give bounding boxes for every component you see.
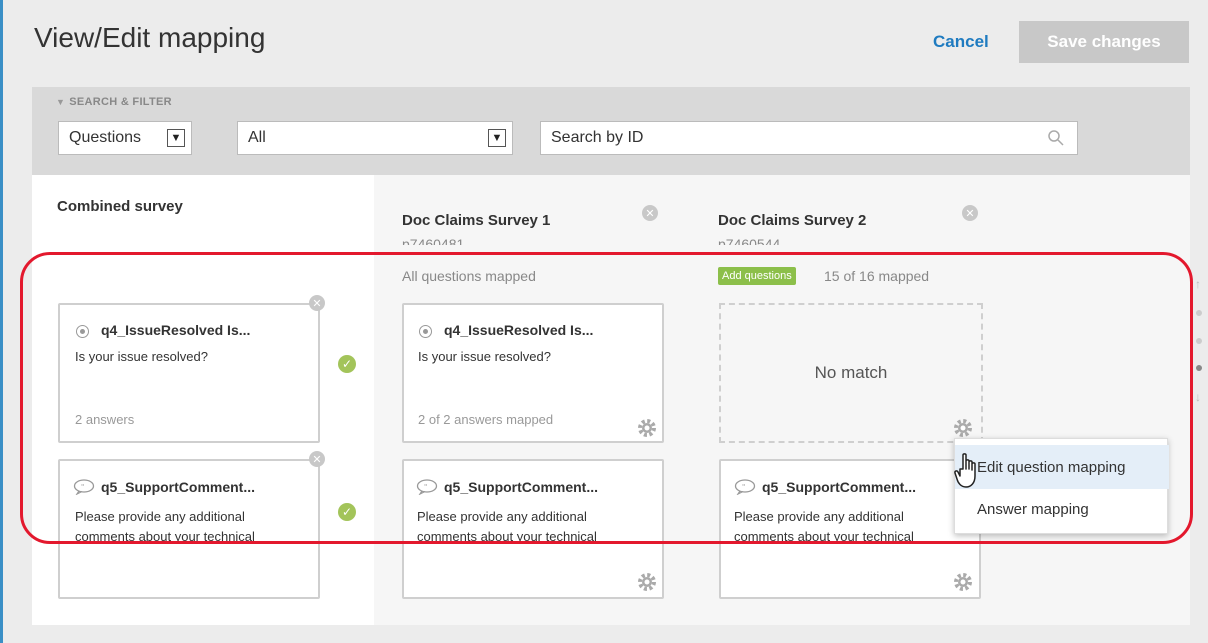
close-icon[interactable]: ✕ (309, 451, 325, 467)
question-text: Please provide any additional comments a… (417, 509, 597, 544)
add-questions-button[interactable]: Add questions (718, 267, 796, 285)
answers-mapped-count: 2 of 2 answers mapped (418, 412, 554, 427)
search-icon[interactable] (1047, 129, 1065, 147)
chevron-down-icon[interactable]: ▼ (488, 129, 506, 147)
survey-id: p7460544 (718, 236, 781, 245)
answers-count: 2 answers (75, 412, 135, 427)
radio-question-icon (76, 325, 89, 338)
close-icon[interactable]: ✕ (309, 295, 325, 311)
type-select[interactable]: Questions ▼ (58, 121, 192, 155)
question-title: q4_IssueResolved Is... (101, 322, 251, 338)
comment-bubble-icon: " (416, 479, 438, 495)
edit-question-mapping-item[interactable]: Edit question mapping (955, 445, 1169, 489)
hand-cursor-icon (954, 453, 976, 488)
search-filter-label: SEARCH & FILTER (69, 96, 172, 108)
question-text: Please provide any additional comments a… (734, 509, 914, 544)
mapped-check-icon: ✓ (338, 503, 356, 521)
radio-question-icon (419, 325, 432, 338)
question-title: q5_SupportComment... (762, 479, 917, 495)
comment-bubble-icon: " (73, 479, 95, 495)
gear-icon[interactable] (637, 572, 657, 592)
collapse-triangle-icon: ▼ (56, 97, 66, 107)
search-filter-toggle[interactable]: ▼ SEARCH & FILTER (56, 96, 172, 108)
search-filter-panel: ▼ SEARCH & FILTER Questions ▼ All ▼ Searc… (32, 87, 1190, 175)
question-title: q4_IssueResolved Is... (444, 322, 594, 338)
mapped-check-icon: ✓ (338, 355, 356, 373)
page-title: View/Edit mapping (34, 22, 266, 53)
save-changes-button[interactable]: Save changes (1019, 21, 1189, 63)
gear-icon[interactable] (637, 418, 657, 438)
search-placeholder: Search by ID (551, 129, 644, 146)
survey-id: p7460481 (402, 236, 465, 245)
question-text: Please provide any additional comments a… (75, 509, 255, 544)
no-match-label: No match (814, 363, 888, 382)
context-menu: Edit question mapping Answer mapping (954, 438, 1169, 534)
column-title: Combined survey (57, 198, 183, 215)
question-text: Is your issue resolved? (75, 349, 208, 364)
column-title: Doc Claims Survey 1 (402, 212, 551, 229)
svg-text:": " (742, 483, 745, 491)
comment-bubble-icon: " (734, 479, 756, 495)
page-dot[interactable] (1196, 338, 1202, 344)
cancel-button[interactable]: Cancel (933, 32, 989, 52)
mapping-status: 15 of 16 mapped (824, 268, 930, 284)
gear-icon[interactable] (953, 418, 973, 438)
gear-icon[interactable] (953, 572, 973, 592)
chevron-down-icon[interactable]: ▼ (167, 129, 185, 147)
question-text: Is your issue resolved? (418, 349, 551, 364)
page-dot-active[interactable] (1196, 365, 1202, 371)
scroll-down-icon[interactable]: ↓ (1195, 390, 1201, 404)
window-edge (0, 0, 3, 643)
scope-select-value: All (248, 129, 266, 146)
answer-mapping-item[interactable]: Answer mapping (955, 487, 1169, 531)
question-title: q5_SupportComment... (101, 479, 256, 495)
page-dot[interactable] (1196, 310, 1202, 316)
svg-text:": " (81, 483, 84, 491)
column-title: Doc Claims Survey 2 (718, 212, 867, 229)
mapping-status: All questions mapped (402, 268, 536, 284)
close-icon[interactable]: ✕ (642, 205, 658, 221)
svg-text:": " (424, 483, 427, 491)
scroll-up-icon[interactable]: ↑ (1195, 277, 1201, 291)
scope-select[interactable]: All ▼ (237, 121, 513, 155)
search-input[interactable]: Search by ID (540, 121, 1078, 155)
type-select-value: Questions (69, 129, 142, 146)
question-title: q5_SupportComment... (444, 479, 599, 495)
close-icon[interactable]: ✕ (962, 205, 978, 221)
